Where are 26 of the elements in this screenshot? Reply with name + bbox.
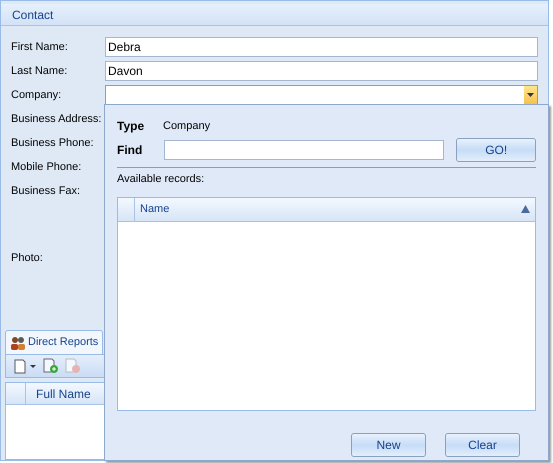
field-label: Photo: (11, 250, 44, 266)
combo-field[interactable] (105, 85, 538, 105)
field-label: Mobile Phone: (11, 160, 82, 175)
add-page-icon[interactable] (42, 358, 60, 374)
text-field[interactable]: Debra (105, 37, 538, 57)
field-label: Last Name: (11, 64, 68, 79)
type-label: Type (117, 118, 146, 135)
text-field[interactable]: Davon (105, 61, 538, 81)
action-button[interactable]: New (351, 432, 426, 456)
field-label: Company: (11, 88, 62, 103)
tab[interactable]: Direct Reports (5, 330, 104, 354)
dropdown-icon[interactable] (524, 86, 537, 104)
section-header: Contact (1, 4, 548, 26)
action-button[interactable]: GO! (456, 138, 536, 162)
remove-page-icon (64, 358, 82, 374)
records-label: Available records: (117, 172, 206, 187)
find-label: Find (117, 142, 144, 159)
action-button[interactable]: Clear (445, 432, 520, 456)
type-value: Company (163, 118, 210, 134)
find-field[interactable] (164, 140, 444, 160)
new-page-icon[interactable] (12, 358, 38, 374)
field-label: First Name: (11, 40, 69, 55)
field-label: Business Address: (11, 112, 102, 127)
field-label: Business Phone: (11, 136, 95, 151)
people-icon (10, 334, 26, 350)
field-label: Business Fax: (11, 184, 82, 199)
